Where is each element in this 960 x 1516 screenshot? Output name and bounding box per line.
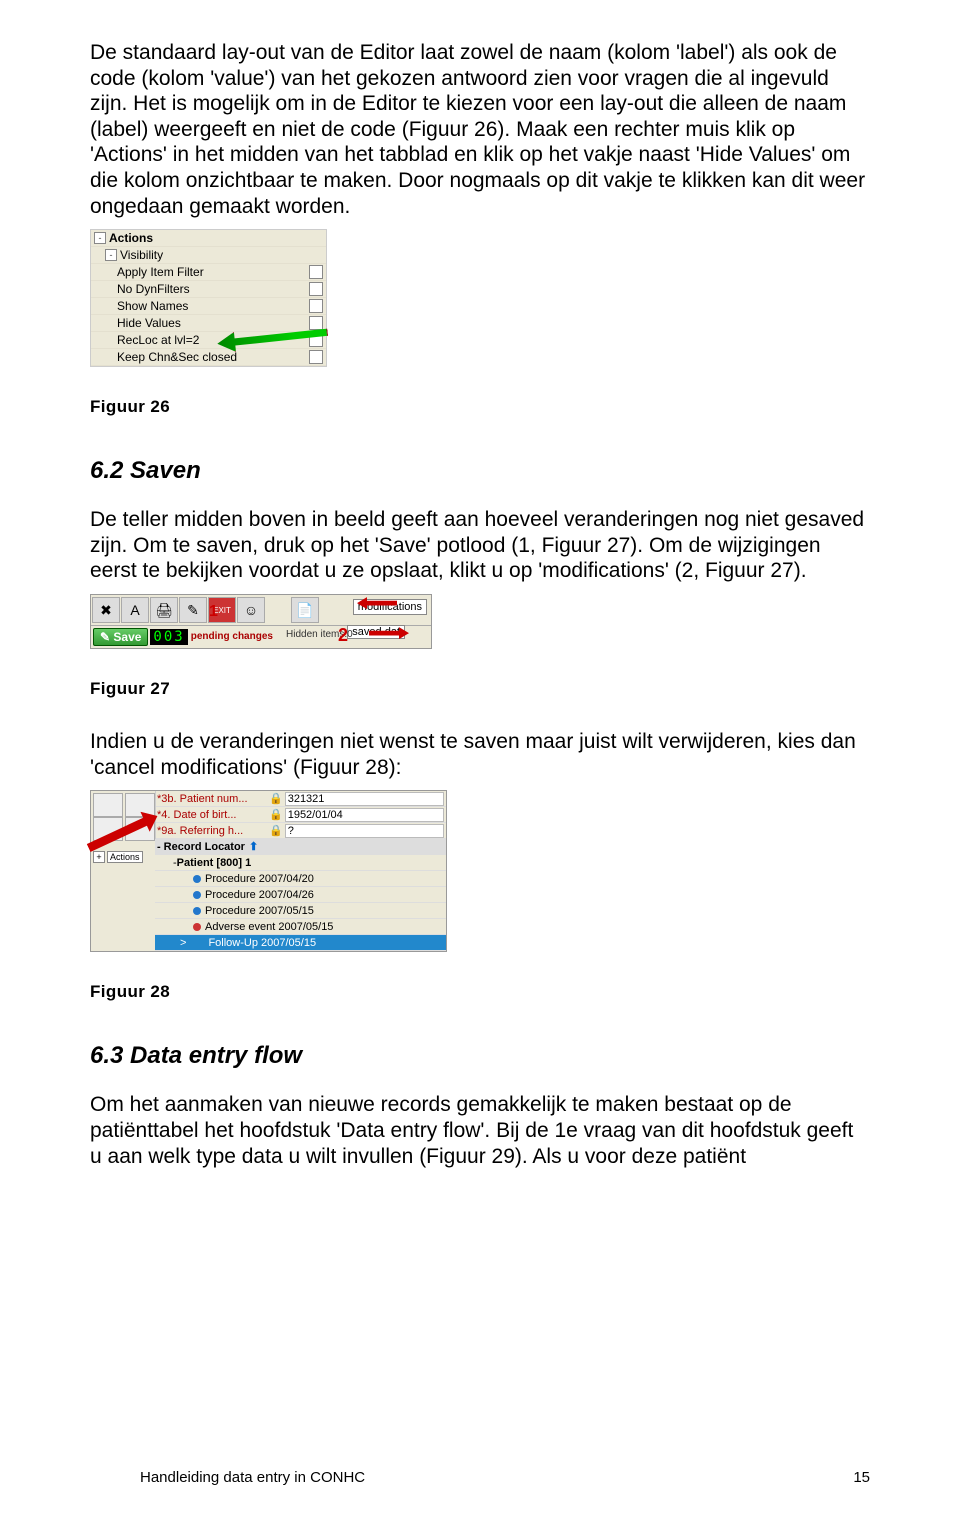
lock-icon: 🔒	[269, 792, 283, 805]
record-label: Procedure 2007/05/15	[205, 905, 314, 917]
patient-row: - Patient [800] 1	[155, 855, 446, 871]
field-row: *4. Date of birt...🔒1952/01/04	[155, 807, 446, 823]
up-icon[interactable]: ⬆	[249, 840, 258, 853]
pending-counter: 003	[150, 629, 187, 645]
checkbox[interactable]	[309, 350, 323, 364]
figure-28-caption: Figuur 28	[90, 982, 870, 1002]
checkbox[interactable]	[309, 265, 323, 279]
status-dot-icon	[193, 907, 201, 915]
save-button[interactable]: ✎ Save	[93, 628, 148, 646]
field-value[interactable]: 321321	[285, 792, 444, 806]
field-value[interactable]: 1952/01/04	[285, 808, 444, 822]
option-label: Apply Item Filter	[117, 265, 204, 279]
selected-row[interactable]: > Follow-Up 2007/05/15	[155, 935, 446, 951]
record-item[interactable]: Adverse event 2007/05/15	[155, 919, 446, 935]
actions-label: Actions	[109, 231, 153, 245]
collapse-icon: -	[94, 232, 106, 244]
visibility-option[interactable]: Apply Item Filter	[91, 264, 326, 281]
record-label: Procedure 2007/04/20	[205, 873, 314, 885]
pencil-icon[interactable]: ✎	[179, 597, 207, 623]
actions-collapsed[interactable]: +Actions	[93, 849, 143, 863]
folder-icon[interactable]: 📄	[291, 597, 319, 623]
paragraph-1: De standaard lay-out van de Editor laat …	[90, 40, 870, 219]
field-value[interactable]: ?	[285, 824, 444, 838]
collapse-icon: -	[157, 841, 161, 853]
figure-28: *3b. Patient num...🔒321321*4. Date of bi…	[90, 790, 447, 952]
section-6-3-para: Om het aanmaken van nieuwe records gemak…	[90, 1092, 870, 1169]
record-item[interactable]: Procedure 2007/05/15	[155, 903, 446, 919]
field-row: *9a. Referring h...🔒?	[155, 823, 446, 839]
record-item[interactable]: Procedure 2007/04/26	[155, 887, 446, 903]
status-dot-icon	[193, 875, 201, 883]
figure-27: ✖ A 🖨 ✎ EXIT ☺ 📄 ✎ Save 003 pending chan…	[90, 594, 432, 649]
print-icon[interactable]: 🖨	[150, 597, 178, 623]
option-label: Hide Values	[117, 316, 181, 330]
visibility-option[interactable]: Keep Chn&Sec closed	[91, 349, 326, 366]
toolbar-button[interactable]: A	[121, 597, 149, 623]
option-label: No DynFilters	[117, 282, 190, 296]
page-footer: Handleiding data entry in CONHC 15	[140, 1469, 870, 1486]
checkbox[interactable]	[309, 282, 323, 296]
visibility-header-row: - Visibility	[91, 247, 326, 264]
footer-title: Handleiding data entry in CONHC	[140, 1469, 365, 1486]
pending-label: pending changes	[191, 632, 273, 642]
page-number: 15	[853, 1469, 870, 1486]
section-6-2-heading: 6.2 Saven	[90, 457, 870, 485]
callout-1: 1	[209, 603, 218, 621]
callout-2: 2	[338, 625, 348, 646]
visibility-option[interactable]: Show Names	[91, 298, 326, 315]
visibility-option[interactable]: Hide Values	[91, 315, 326, 332]
record-locator-row: - Record Locator ⬆	[155, 839, 446, 855]
field-row: *3b. Patient num...🔒321321	[155, 791, 446, 807]
record-item[interactable]: Procedure 2007/04/20	[155, 871, 446, 887]
paragraph-3: Indien u de veranderingen niet wenst te …	[90, 729, 870, 780]
option-label: Show Names	[117, 299, 188, 313]
record-label: Adverse event 2007/05/15	[205, 921, 333, 933]
option-label: RecLoc at lvl=2	[117, 333, 199, 347]
option-label: Keep Chn&Sec closed	[117, 350, 237, 364]
collapse-icon: -	[105, 249, 117, 261]
toolbar-button[interactable]: ✖	[92, 597, 120, 623]
section-6-2-para: De teller midden boven in beeld geeft aa…	[90, 507, 870, 584]
lock-icon: 🔒	[269, 824, 283, 837]
checkbox[interactable]	[309, 316, 323, 330]
field-label: *9a. Referring h...	[157, 825, 267, 837]
section-6-3-heading: 6.3 Data entry flow	[90, 1042, 870, 1070]
field-label: *3b. Patient num...	[157, 793, 267, 805]
visibility-label: Visibility	[120, 248, 163, 262]
actions-header-row: - Actions	[91, 230, 326, 247]
visibility-option[interactable]: No DynFilters	[91, 281, 326, 298]
smiley-icon[interactable]: ☺	[237, 597, 265, 623]
figure-27-caption: Figuur 27	[90, 679, 870, 699]
cancel-icon[interactable]	[93, 793, 123, 817]
status-dot-icon	[193, 891, 201, 899]
folder-icon[interactable]	[125, 793, 155, 817]
status-dot-icon	[193, 923, 201, 931]
checkbox[interactable]	[309, 299, 323, 313]
figure-26: - Actions - Visibility Apply Item Filter…	[90, 229, 327, 367]
record-label: Procedure 2007/04/26	[205, 889, 314, 901]
lock-icon: 🔒	[269, 808, 283, 821]
field-label: *4. Date of birt...	[157, 809, 267, 821]
figure-26-caption: Figuur 26	[90, 397, 870, 417]
